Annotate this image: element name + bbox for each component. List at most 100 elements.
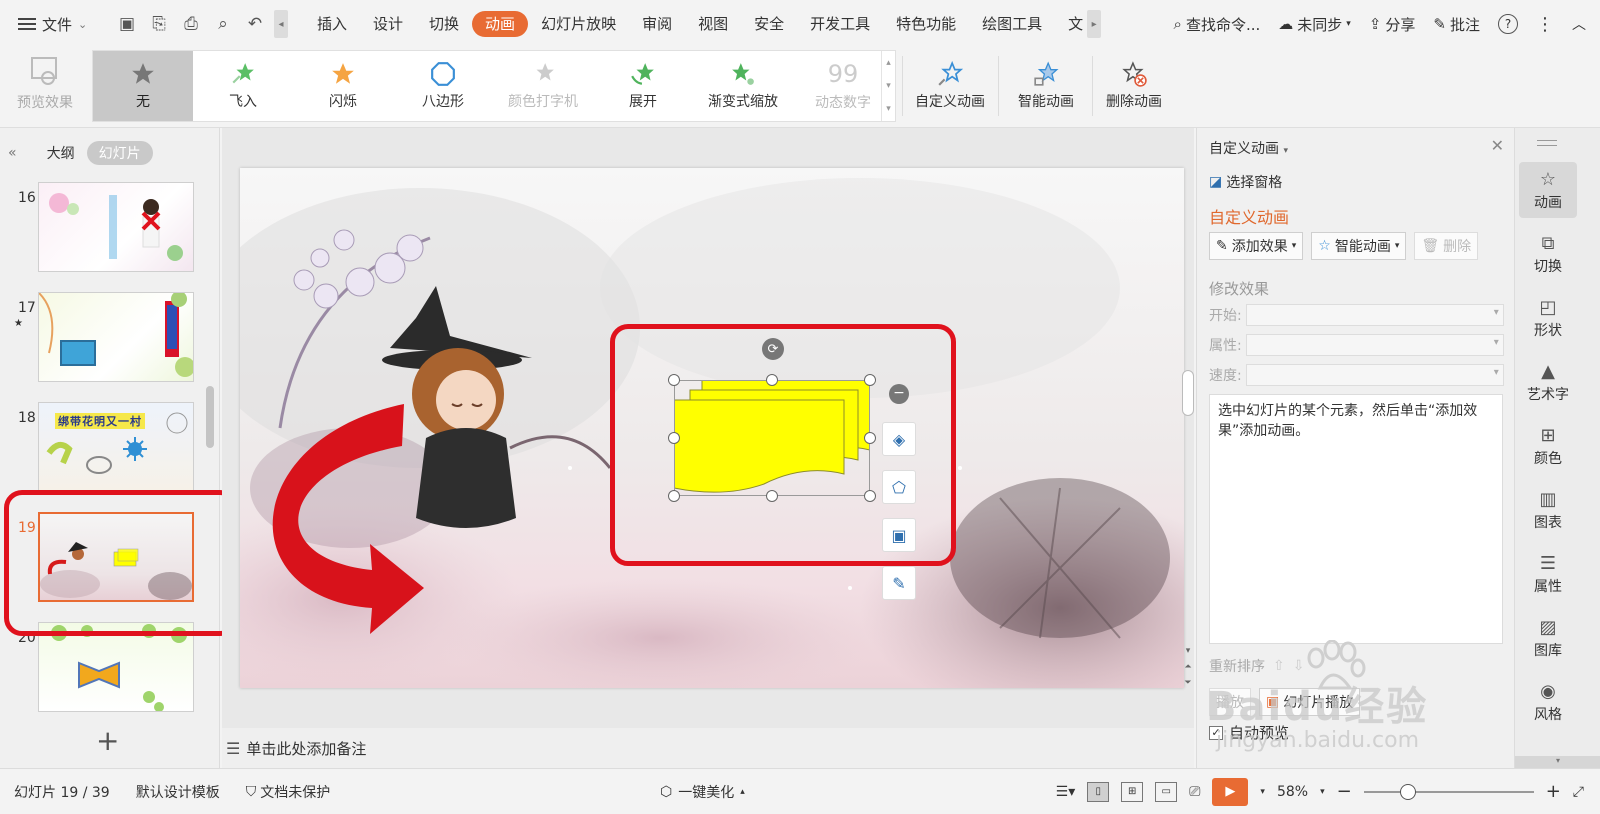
collapse-ribbon-icon[interactable]: ︿	[1572, 14, 1586, 34]
auto-preview-checkbox[interactable]: ✓	[1209, 725, 1223, 740]
pane-scroll-controls[interactable]: ▾ ⏶ ⏷	[1182, 646, 1194, 706]
document-protection[interactable]: ⛉ 文档未保护	[246, 782, 331, 802]
speed-dropdown[interactable]	[1245, 364, 1504, 386]
tab-transition[interactable]: 切换	[416, 11, 472, 37]
sidebar-item-transition[interactable]: ⧉ 切换	[1519, 226, 1577, 282]
add-slide-button[interactable]: +	[96, 724, 119, 757]
tab-features[interactable]: 特色功能	[883, 11, 969, 37]
move-up-icon[interactable]: ⇧	[1273, 658, 1285, 674]
custom-animation-button[interactable]: 自定义动画	[910, 50, 990, 122]
more-icon[interactable]: ⋮	[1536, 14, 1554, 35]
auto-preview-row[interactable]: ✓ 自动预览	[1209, 722, 1289, 743]
thumbnail-scrollbar[interactable]	[206, 386, 214, 448]
tab-slides[interactable]: 幻灯片	[86, 141, 153, 165]
help-icon[interactable]: ?	[1498, 14, 1518, 34]
gallery-item-dynamic-number[interactable]: 99 动态数字	[793, 51, 893, 121]
sidebar-scroll-down-icon[interactable]: ▾	[1515, 756, 1600, 768]
slideshow-button[interactable]: ▣ 幻灯片播放	[1259, 688, 1361, 716]
canvas-scrollbar[interactable]	[1182, 160, 1194, 720]
reading-view-icon[interactable]: ▭	[1155, 781, 1178, 802]
tab-animation[interactable]: 动画	[472, 11, 529, 37]
close-icon[interactable]: ✕	[1491, 136, 1504, 155]
play-button[interactable]: 播放	[1209, 688, 1251, 716]
chevron-down-icon[interactable]: ▾	[1260, 787, 1265, 797]
delete-effect-button[interactable]: 🗑 删除	[1414, 232, 1479, 260]
notes-bar[interactable]: ☰ 单击此处添加备注	[222, 728, 1194, 768]
smart-animation-button[interactable]: 智能动画	[1004, 50, 1088, 122]
template-name[interactable]: 默认设计模板	[136, 782, 220, 802]
zoom-slider-handle[interactable]	[1399, 783, 1416, 800]
print-icon[interactable]: ⎙	[182, 14, 200, 34]
sidebar-item-style[interactable]: ◉ 风格	[1519, 674, 1577, 730]
gallery-item-flash[interactable]: 闪烁	[293, 51, 393, 121]
sidebar-item-animation[interactable]: ☆ 动画	[1519, 162, 1577, 218]
tab-scroll-left[interactable]: ◂	[274, 10, 288, 38]
sidebar-item-property[interactable]: ☰ 属性	[1519, 546, 1577, 602]
sidebar-item-wordart[interactable]: ▲ 艺术字	[1519, 354, 1577, 410]
format-painter-icon[interactable]: ✎	[882, 566, 916, 600]
beautify-button[interactable]: ⬡ 一键美化 ▴	[660, 782, 745, 802]
slide-thumbnail[interactable]	[38, 182, 194, 272]
chevron-down-icon[interactable]: ▾	[1320, 787, 1325, 797]
preview-effect-button[interactable]: 预览效果	[10, 50, 80, 122]
zoom-level[interactable]: 58%	[1277, 784, 1308, 800]
sync-status[interactable]: ☁ 未同步 ▾	[1278, 14, 1351, 35]
sidebar-item-shape[interactable]: ◰ 形状	[1519, 290, 1577, 346]
canvas-scrollbar-thumb[interactable]	[1182, 370, 1194, 416]
delete-animation-button[interactable]: 删除动画	[1096, 50, 1172, 122]
comment-button[interactable]: ✎ 批注	[1433, 14, 1480, 35]
play-slideshow-button[interactable]: ▶	[1212, 777, 1249, 806]
command-search[interactable]: ⌕ 查找命令...	[1174, 14, 1261, 35]
zoom-out-icon[interactable]: −	[1337, 781, 1352, 802]
tab-security[interactable]: 安全	[741, 11, 797, 37]
slide-thumbnail-row[interactable]: 17 ★	[0, 292, 200, 384]
gallery-item-expand[interactable]: 展开	[593, 51, 693, 121]
tab-slideshow[interactable]: 幻灯片放映	[528, 11, 629, 37]
highlight-callout-shape	[610, 324, 956, 566]
slide-thumbnail[interactable]: 绑带花明又一村	[38, 402, 194, 492]
collapse-panel-icon[interactable]: «	[8, 145, 17, 161]
tab-developer[interactable]: 开发工具	[797, 11, 883, 37]
tab-review[interactable]: 审阅	[629, 11, 685, 37]
pane-title[interactable]: 自定义动画 ▾	[1209, 138, 1288, 158]
smart-animation-pane-button[interactable]: ☆ 智能动画 ▾	[1311, 232, 1407, 260]
move-down-icon[interactable]: ⇩	[1293, 658, 1305, 674]
normal-view-icon[interactable]: ▯	[1087, 781, 1110, 802]
gallery-item-color-typewriter[interactable]: 颜色打字机	[493, 51, 593, 121]
slide-thumbnail-row[interactable]: 18 绑带花明又一村	[0, 402, 200, 494]
zoom-in-icon[interactable]: +	[1546, 781, 1561, 802]
save-icon[interactable]: ▣	[118, 14, 136, 34]
slide-thumbnail-row[interactable]: 16	[0, 182, 200, 274]
tab-view[interactable]: 视图	[685, 11, 741, 37]
slide-thumbnail[interactable]	[38, 292, 194, 382]
tab-design[interactable]: 设计	[360, 11, 416, 37]
undo-icon[interactable]: ↶	[246, 14, 264, 34]
tab-insert[interactable]: 插入	[304, 11, 360, 37]
notes-toggle-icon[interactable]: ☰▾	[1056, 784, 1076, 800]
sidebar-item-gallery[interactable]: ▨ 图库	[1519, 610, 1577, 666]
fit-window-icon[interactable]: ⤢	[1573, 784, 1584, 800]
animation-list[interactable]: 选中幻灯片的某个元素，然后单击“添加效果”添加动画。	[1209, 394, 1503, 644]
selection-pane-link[interactable]: ◪ 选择窗格	[1209, 172, 1282, 192]
sidebar-item-color[interactable]: ⊞ 颜色	[1519, 418, 1577, 474]
property-dropdown[interactable]	[1245, 334, 1504, 356]
gallery-item-none[interactable]: 无	[93, 51, 193, 121]
presenter-view-icon[interactable]: ⎚	[1189, 784, 1200, 800]
add-effect-button[interactable]: ✎ 添加效果 ▾	[1209, 232, 1304, 260]
tab-text-truncated[interactable]: 文	[1055, 11, 1087, 37]
gallery-scroll[interactable]: ▴ ▾ ▾	[881, 51, 895, 121]
start-dropdown[interactable]	[1245, 304, 1504, 326]
slide-sorter-icon[interactable]: ⊞	[1121, 781, 1144, 802]
gallery-item-octagon[interactable]: 八边形	[393, 51, 493, 121]
zoom-slider[interactable]	[1363, 783, 1534, 800]
sidebar-item-chart[interactable]: ▥ 图表	[1519, 482, 1577, 538]
file-menu[interactable]: 文件 ⌄	[0, 14, 104, 35]
print-preview-icon[interactable]: ⌕	[214, 14, 232, 34]
export-icon[interactable]: ⎘	[150, 14, 168, 34]
tab-scroll-right[interactable]: ▸	[1087, 10, 1102, 38]
share-button[interactable]: ⇪ 分享	[1369, 14, 1416, 35]
tab-outline[interactable]: 大纲	[47, 143, 75, 163]
gallery-item-gradual-zoom[interactable]: 渐变式缩放	[693, 51, 793, 121]
gallery-item-fly-in[interactable]: 飞入	[193, 51, 293, 121]
tab-drawing-tools[interactable]: 绘图工具	[969, 11, 1055, 37]
